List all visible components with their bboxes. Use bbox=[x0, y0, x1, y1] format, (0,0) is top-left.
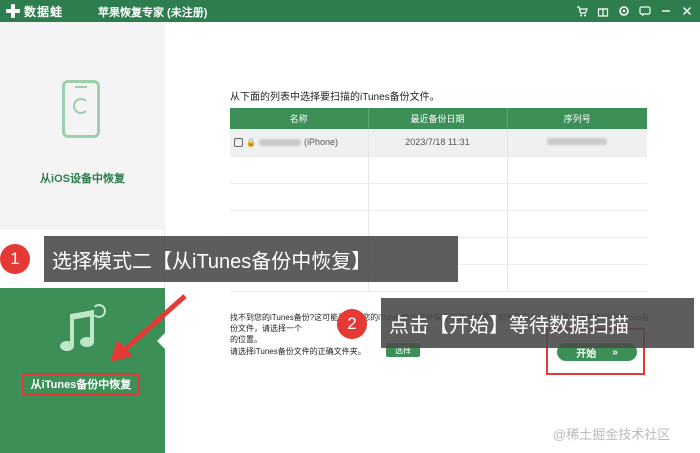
folder-prompt: 请选择iTunes备份文件的正确文件夹。 bbox=[230, 347, 366, 356]
window-controls bbox=[575, 2, 694, 20]
serial-cell bbox=[507, 129, 647, 157]
watermark-text: @稀土掘金技术社区 bbox=[553, 427, 671, 442]
table-row[interactable]: 🔒 (iPhone) 2023/7/18 11:31 bbox=[230, 129, 647, 157]
app-logo: 数据蛙 bbox=[6, 3, 63, 19]
column-name-header[interactable]: 名称 bbox=[230, 108, 369, 129]
mode-itunes-label: 从iTunes备份中恢复 bbox=[22, 373, 140, 395]
backup-date-cell: 2023/7/18 11:31 bbox=[368, 129, 508, 157]
table-row bbox=[230, 183, 647, 211]
table-row bbox=[230, 156, 647, 184]
cart-icon[interactable] bbox=[575, 4, 589, 18]
device-type: (iPhone) bbox=[303, 137, 338, 148]
chevron-right-icon: » bbox=[612, 346, 618, 358]
step2-callout: 点击【开始】等待数据扫描 bbox=[381, 298, 694, 348]
step1-text: 选择模式二【从iTunes备份中恢复】 bbox=[52, 250, 372, 273]
logo-text: 数据蛙 bbox=[24, 4, 64, 19]
instruction-text: 从下面的列表中选择要扫描的iTunes备份文件。 bbox=[230, 92, 440, 103]
step2-number-badge: 2 bbox=[337, 309, 367, 339]
column-date-header[interactable]: 最近备份日期 bbox=[368, 108, 508, 129]
mode-ios-label: 从iOS设备中恢复 bbox=[40, 173, 125, 185]
title-bar: 数据蛙 苹果恢复专家 (未注册) bbox=[0, 0, 700, 22]
step2-text: 点击【开始】等待数据扫描 bbox=[389, 314, 629, 337]
redacted-serial bbox=[547, 138, 608, 146]
window-title: 苹果恢复专家 (未注册) bbox=[98, 7, 208, 19]
plus-logo-icon bbox=[6, 4, 20, 18]
backup-name-cell: 🔒 (iPhone) bbox=[230, 129, 369, 157]
redacted-device-name bbox=[258, 138, 301, 146]
close-icon[interactable] bbox=[680, 4, 694, 18]
music-note-refresh-icon bbox=[58, 304, 106, 356]
minimize-icon[interactable] bbox=[659, 4, 673, 18]
chat-icon[interactable] bbox=[638, 4, 652, 18]
gift-icon[interactable] bbox=[596, 4, 610, 18]
phone-refresh-icon bbox=[62, 80, 100, 138]
mode-itunes-backup[interactable]: 从iTunes备份中恢复 bbox=[0, 288, 166, 453]
backup-file-icon bbox=[234, 137, 243, 147]
settings-icon[interactable] bbox=[617, 4, 631, 18]
step1-callout: 选择模式二【从iTunes备份中恢复】 bbox=[44, 236, 458, 282]
help-text-line2: 的位置。 bbox=[230, 335, 262, 344]
step1-number-badge: 1 bbox=[0, 244, 30, 274]
mode-ios-device[interactable]: 从iOS设备中恢复 bbox=[0, 22, 165, 230]
column-serial-header[interactable]: 序列号 bbox=[507, 108, 647, 129]
table-row bbox=[230, 210, 647, 238]
table-header-row: 名称 最近备份日期 序列号 bbox=[230, 108, 647, 129]
selected-pointer bbox=[157, 332, 166, 350]
lock-icon: 🔒 bbox=[246, 137, 256, 147]
